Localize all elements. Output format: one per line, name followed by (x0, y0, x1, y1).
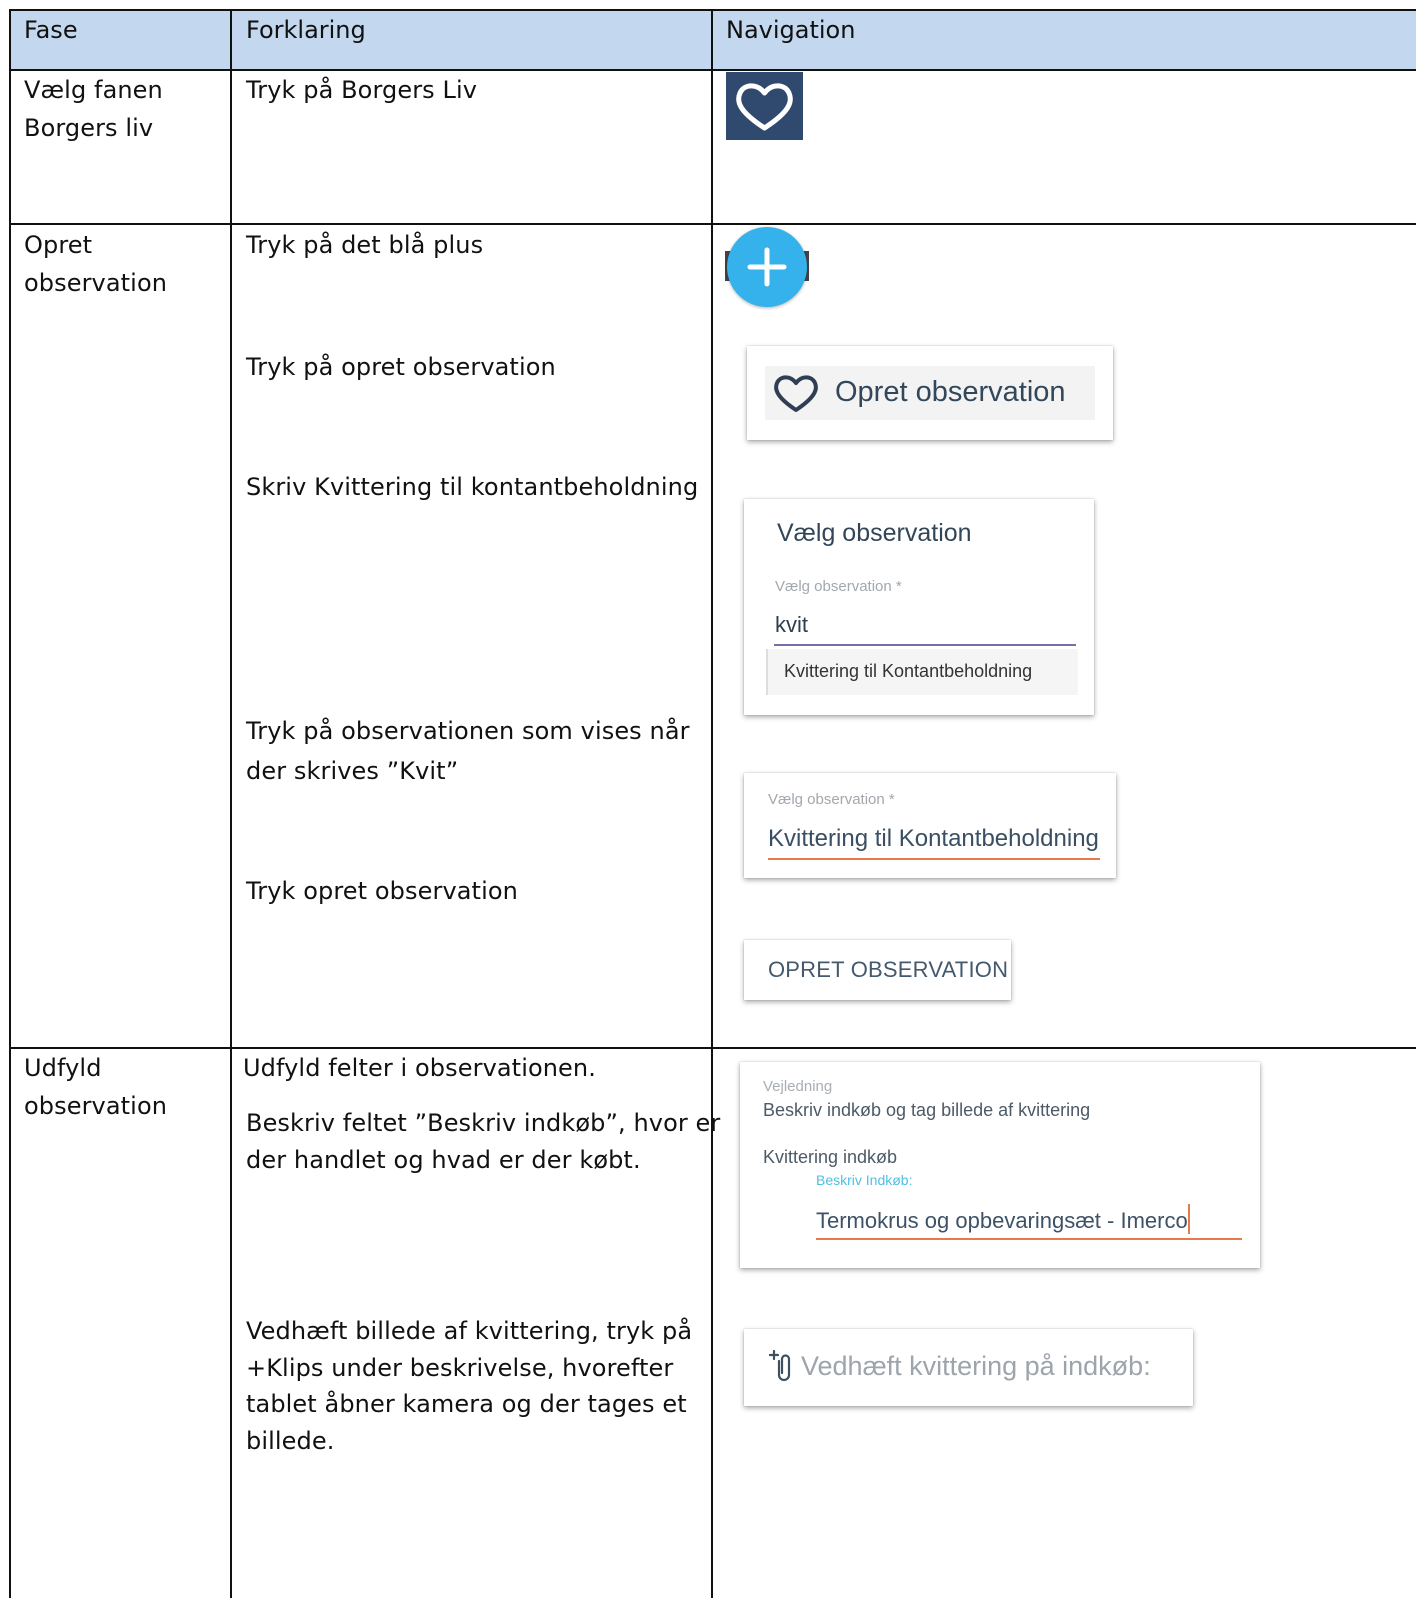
row2-step2: Tryk på opret observation (246, 353, 556, 381)
row3-step2: Beskriv feltet ”Beskriv indkøb”, hvor er… (246, 1109, 721, 1174)
row2-step3: Skriv Kvittering til kontantbeholdning (246, 473, 699, 501)
observation-form-card: Vejledning Beskriv indkøb og tag billede… (740, 1062, 1260, 1268)
heart-icon (736, 83, 793, 131)
borgers-liv-tab[interactable] (726, 72, 803, 140)
row2-step1: Tryk på det blå plus (246, 231, 484, 259)
table-border-col3 (711, 9, 713, 1598)
beskriv-input-underline (816, 1238, 1242, 1240)
search-field-label: Vælg observation * (775, 578, 902, 595)
vejledning-text: Beskriv indkøb og tag billede af kvitter… (763, 1100, 1091, 1120)
beskriv-input-value: Termokrus og opbevaringsæt - Imerco (816, 1208, 1188, 1233)
row3-fase: Udfyld observation (24, 1054, 168, 1120)
row2-step5: Tryk opret observation (246, 877, 518, 905)
kvittering-label: Kvittering indkøb (763, 1147, 898, 1167)
selected-observation-field: Vælg observation * Kvittering til Kontan… (744, 773, 1116, 878)
row2-fase: Opret observation (24, 231, 168, 297)
table-border-left (9, 9, 11, 1598)
select-observation-dialog: Vælg observation Vælg observation * kvit… (744, 499, 1094, 715)
header-fase: Fase (24, 16, 78, 44)
beskriv-input[interactable]: Termokrus og opbevaringsæt - Imerco (816, 1204, 1242, 1242)
header-forklaring: Forklaring (246, 16, 366, 44)
beskriv-label: Beskriv Indkøb: (816, 1172, 913, 1188)
search-input-underline (774, 644, 1076, 646)
selected-field-underline (768, 858, 1100, 860)
selected-field-label: Vælg observation * (768, 791, 895, 808)
row3-step3: Vedhæft billede af kvittering, tryk på +… (246, 1317, 693, 1455)
dialog-title: Vælg observation (777, 519, 972, 547)
table-header-row (10, 10, 1416, 70)
paperclip-plus-icon (768, 1349, 791, 1382)
opret-observation-button-label: OPRET OBSERVATION (768, 957, 1009, 982)
row1-step1: Tryk på Borgers Liv (246, 76, 478, 104)
attach-receipt-label: Vedhæft kvittering på indkøb: (801, 1351, 1151, 1381)
plus-icon (747, 247, 787, 287)
opret-observation-menu: Opret observation (747, 346, 1113, 440)
table-border-col2 (230, 9, 232, 1598)
selected-field-value[interactable]: Kvittering til Kontantbeholdning (768, 825, 1099, 853)
header-navigation: Navigation (726, 16, 856, 44)
opret-observation-menu-item[interactable]: Opret observation (765, 366, 1095, 420)
add-fab-button[interactable] (725, 227, 809, 309)
row3-step1: Udfyld felter i observationen. (243, 1054, 596, 1082)
suggestion-option-label: Kvittering til Kontantbeholdning (784, 661, 1033, 681)
heart-outline-icon (774, 375, 818, 412)
attach-receipt-button[interactable]: Vedhæft kvittering på indkøb: (744, 1329, 1193, 1406)
opret-observation-label: Opret observation (835, 376, 1066, 408)
row2-step4: Tryk på observationen som vises når der … (246, 717, 690, 785)
vejledning-label: Vejledning (763, 1078, 833, 1095)
opret-observation-button[interactable]: OPRET OBSERVATION (744, 940, 1011, 1000)
search-input[interactable]: kvit (775, 612, 808, 638)
suggestion-option[interactable]: Kvittering til Kontantbeholdning (766, 649, 1078, 695)
text-cursor (1187, 1204, 1190, 1234)
row1-fase: Vælg fanen Borgers liv (24, 76, 163, 142)
